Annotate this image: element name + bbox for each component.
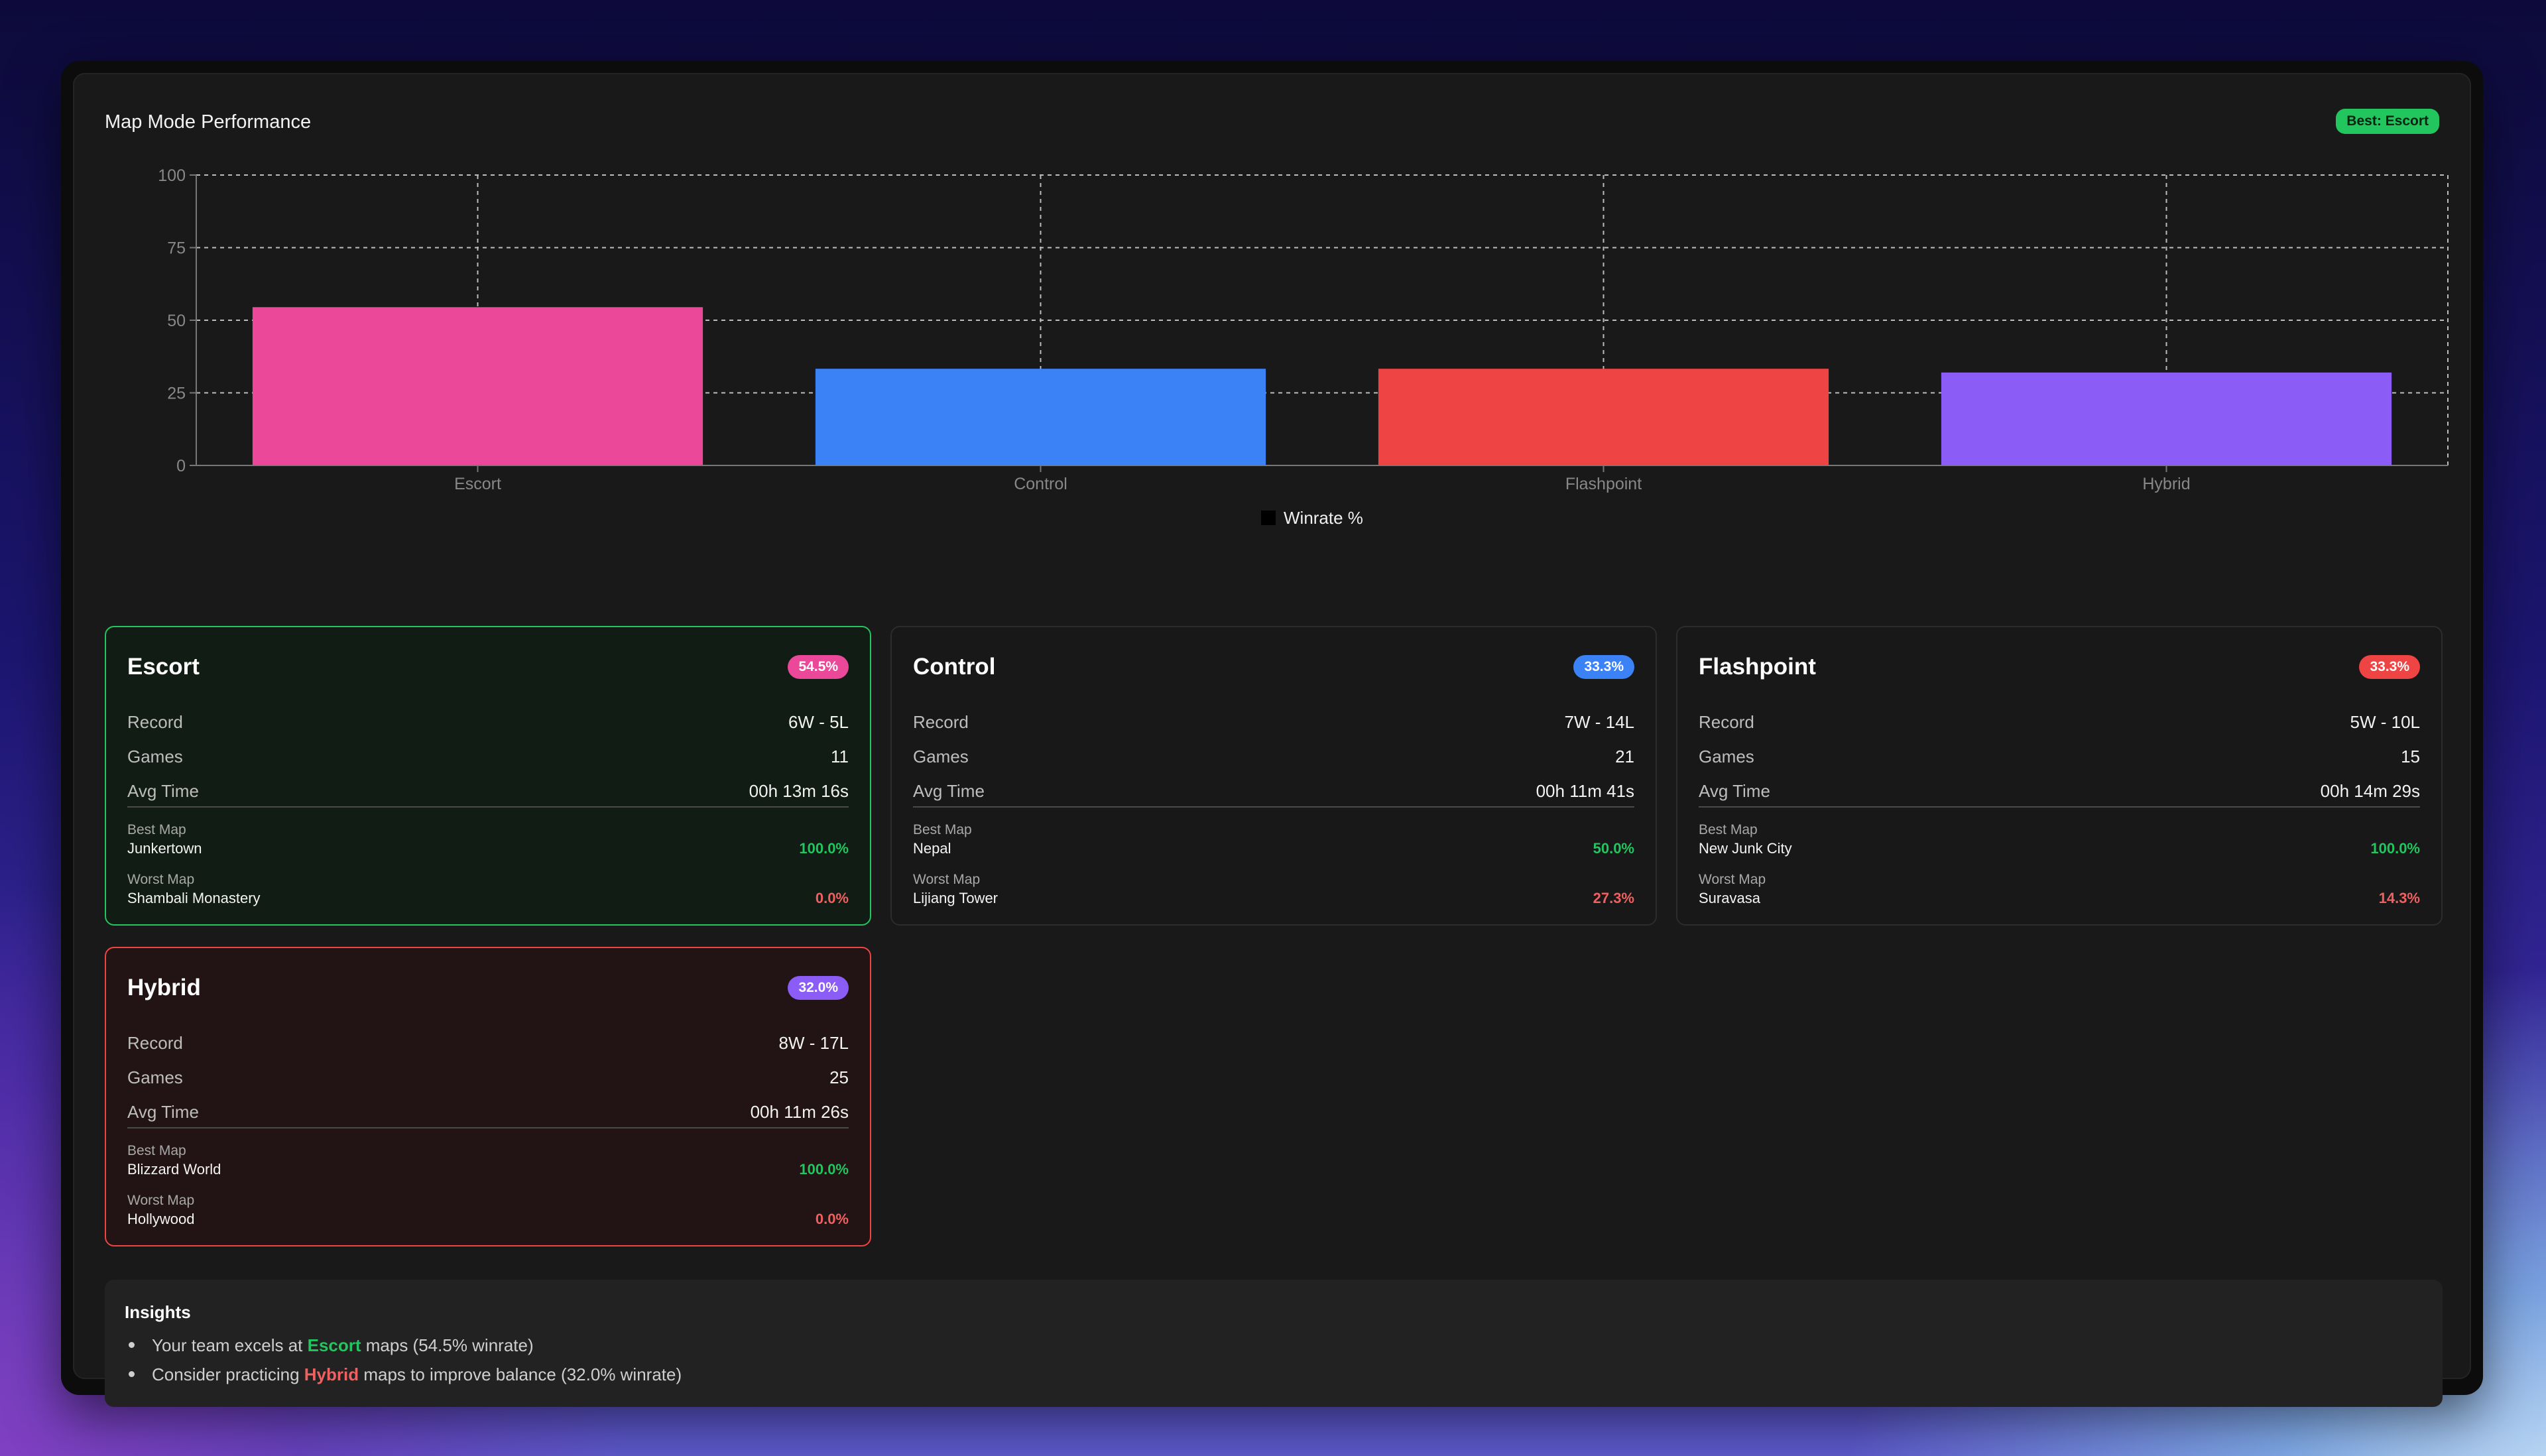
avg-time-row: Avg Time 00h 11m 26s: [127, 1102, 849, 1122]
x-tick-label: Hybrid: [2142, 475, 2190, 493]
insight-line-2: Consider practicing Hybrid maps to impro…: [129, 1365, 682, 1385]
insight-strong-mode: Escort: [307, 1335, 361, 1355]
x-tick-label: Escort: [454, 475, 501, 493]
best-map-winrate: 50.0%: [1593, 840, 1634, 857]
best-map-name: New Junk City: [1699, 840, 1792, 857]
map-mode-performance-panel: Map Mode Performance Best: Escort 0 25 50 7…: [73, 73, 2471, 1407]
avg-time-row: Avg Time 00h 14m 29s: [1699, 781, 2420, 801]
record-row: Record 5W - 10L: [1699, 712, 2421, 732]
winrate-pill: 54.5%: [788, 655, 849, 679]
record-value: 7W - 14L: [1564, 712, 1635, 732]
avg-time-value: 00h 11m 41s: [1536, 781, 1634, 801]
record-row: Record 8W - 17L: [127, 1033, 849, 1053]
games-value: 25: [829, 1067, 849, 1087]
card-divider: [127, 806, 849, 808]
legend-label: Winrate %: [1284, 508, 1363, 528]
games-value: 21: [1615, 747, 1634, 766]
y-tick-label: 75: [167, 239, 186, 258]
insight-weak-mode: Hybrid: [304, 1365, 359, 1384]
worst-map: Worst Map Shambali Monastery 0.0%: [127, 872, 849, 906]
avg-time-value: 00h 13m 16s: [749, 781, 849, 801]
card-header: Flashpoint 33.3%: [1699, 652, 2420, 682]
mode-name: Control: [913, 654, 996, 680]
best-map-winrate: 100.0%: [799, 1161, 849, 1178]
games-row: Games 15: [1699, 747, 2420, 766]
card-header: Escort 54.5%: [127, 652, 849, 682]
games-value: 15: [2401, 747, 2420, 766]
worst-map-name: Suravasa: [1699, 890, 1760, 906]
avg-time-row: Avg Time 00h 13m 16s: [127, 781, 849, 801]
bar-hybrid: [1941, 372, 2392, 465]
worst-map-name: Hollywood: [127, 1211, 195, 1227]
bar-escort: [252, 307, 703, 465]
avg-time-row: Avg Time 00h 11m 41s: [913, 781, 1634, 801]
card-divider: [127, 1127, 849, 1128]
worst-map-name: Shambali Monastery: [127, 890, 261, 906]
best-map: Best Map New Junk City 100.0%: [1699, 822, 2420, 857]
record-value: 6W - 5L: [788, 712, 849, 732]
worst-map: Worst Map Hollywood 0.0%: [127, 1193, 849, 1227]
games-row: Games 25: [127, 1067, 849, 1087]
best-map-name: Nepal: [913, 840, 951, 857]
insights-box: Insights Your team excels at Escort maps…: [105, 1280, 2443, 1407]
worst-map: Worst Map Suravasa 14.3%: [1699, 872, 2420, 906]
record-value: 8W - 17L: [778, 1033, 849, 1053]
card-divider: [913, 806, 1634, 808]
legend-swatch: [1261, 511, 1276, 525]
bullet-icon: [129, 1341, 135, 1348]
worst-map-winrate: 0.0%: [815, 1211, 849, 1227]
y-tick-label: 50: [167, 312, 186, 330]
mode-card-control[interactable]: Control 33.3% Record 7W - 14L Games 21 A…: [890, 626, 1657, 926]
app-window: Map Mode Performance Best: Escort 0 25 50 7…: [61, 61, 2483, 1407]
mode-name: Escort: [127, 654, 200, 680]
card-header: Hybrid 32.0%: [127, 973, 849, 1002]
insights-title: Insights: [125, 1302, 191, 1322]
bar-control: [815, 369, 1266, 465]
best-map-winrate: 100.0%: [2370, 840, 2420, 857]
x-tick-label: Control: [1014, 475, 1067, 493]
mode-name: Hybrid: [127, 975, 201, 1001]
best-map-winrate: 100.0%: [799, 840, 849, 857]
winrate-bar-chart: 0 25 50 75 100 Escort Control Flashpoint Hybrid W…: [158, 166, 2449, 528]
bullet-icon: [129, 1370, 135, 1377]
card-header: Control 33.3%: [913, 652, 1634, 682]
worst-map-winrate: 0.0%: [815, 890, 849, 906]
best-map: Best Map Blizzard World 100.0%: [127, 1143, 849, 1178]
card-divider: [1699, 806, 2420, 808]
best-map-name: Junkertown: [127, 840, 202, 857]
winrate-pill: 33.3%: [1573, 655, 1634, 679]
x-tick-label: Flashpoint: [1565, 475, 1642, 493]
worst-map: Worst Map Lijiang Tower 27.3%: [913, 872, 1634, 906]
insight-line-1: Your team excels at Escort maps (54.5% w…: [129, 1335, 534, 1356]
worst-map-winrate: 27.3%: [1593, 890, 1634, 906]
mode-name: Flashpoint: [1699, 654, 1816, 680]
avg-time-value: 00h 11m 26s: [750, 1102, 849, 1122]
mode-card-escort[interactable]: Escort 54.5% Record 6W - 5L Games 11 Avg…: [105, 626, 871, 926]
bar-flashpoint: [1378, 369, 1829, 465]
winrate-pill: 32.0%: [788, 976, 849, 1000]
best-map: Best Map Nepal 50.0%: [913, 822, 1634, 857]
y-tick-label: 0: [176, 457, 186, 475]
mode-card-hybrid[interactable]: Hybrid 32.0% Record 8W - 17L Games 25 Av…: [105, 947, 871, 1246]
best-map-name: Blizzard World: [127, 1161, 221, 1178]
mode-card-flashpoint[interactable]: Flashpoint 33.3% Record 5W - 10L Games 1…: [1676, 626, 2443, 926]
record-value: 5W - 10L: [2350, 712, 2421, 732]
worst-map-name: Lijiang Tower: [913, 890, 999, 906]
best-map: Best Map Junkertown 100.0%: [127, 822, 849, 857]
y-tick-label: 25: [167, 385, 186, 403]
worst-map-winrate: 14.3%: [2378, 890, 2420, 906]
record-row: Record 7W - 14L: [913, 712, 1635, 732]
games-row: Games 21: [913, 747, 1634, 766]
record-row: Record 6W - 5L: [127, 712, 849, 732]
winrate-pill: 33.3%: [2359, 655, 2420, 679]
avg-time-value: 00h 14m 29s: [2320, 781, 2420, 801]
games-value: 11: [831, 747, 849, 766]
y-tick-label: 100: [158, 166, 186, 185]
games-row: Games 11: [127, 747, 849, 766]
